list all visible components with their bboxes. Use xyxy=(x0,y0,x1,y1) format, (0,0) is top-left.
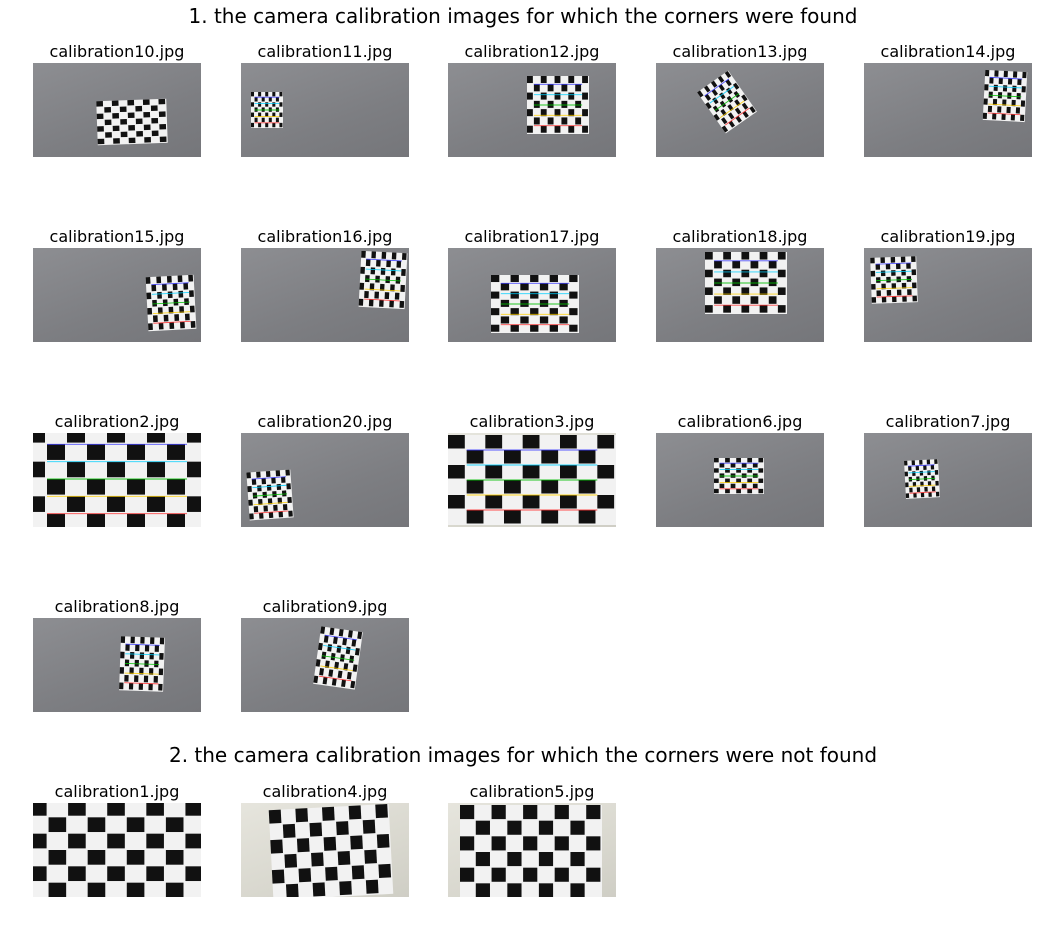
calibration-image xyxy=(33,63,201,157)
image-label: calibration12.jpg xyxy=(464,42,600,61)
calibration-image xyxy=(656,248,824,342)
image-label: calibration2.jpg xyxy=(54,412,180,431)
image-label: calibration3.jpg xyxy=(469,412,595,431)
calibration-image xyxy=(33,433,201,527)
image-label: calibration8.jpg xyxy=(54,597,180,616)
calibration-image xyxy=(33,803,201,897)
image-label: calibration13.jpg xyxy=(672,42,808,61)
calibration-image xyxy=(864,63,1032,157)
image-label: calibration9.jpg xyxy=(262,597,388,616)
calibration-image xyxy=(241,248,409,342)
calibration-image xyxy=(241,433,409,527)
calibration-image xyxy=(864,433,1032,527)
image-label: calibration4.jpg xyxy=(262,782,388,801)
image-label: calibration10.jpg xyxy=(49,42,185,61)
calibration-image xyxy=(656,433,824,527)
section-title-not-found: 2. the camera calibration images for whi… xyxy=(168,743,878,767)
image-label: calibration11.jpg xyxy=(257,42,393,61)
calibration-image xyxy=(448,63,616,157)
calibration-image xyxy=(448,803,616,897)
calibration-image xyxy=(33,248,201,342)
calibration-image xyxy=(448,248,616,342)
image-label: calibration15.jpg xyxy=(49,227,185,246)
calibration-image xyxy=(448,433,616,527)
image-label: calibration19.jpg xyxy=(880,227,1016,246)
image-label: calibration6.jpg xyxy=(677,412,803,431)
image-label: calibration1.jpg xyxy=(54,782,180,801)
section-title-found: 1. the camera calibration images for whi… xyxy=(188,4,858,28)
image-label: calibration20.jpg xyxy=(257,412,393,431)
calibration-image xyxy=(241,803,409,897)
image-label: calibration17.jpg xyxy=(464,227,600,246)
calibration-image xyxy=(864,248,1032,342)
calibration-image xyxy=(33,618,201,712)
image-label: calibration14.jpg xyxy=(880,42,1016,61)
image-label: calibration5.jpg xyxy=(469,782,595,801)
calibration-image xyxy=(241,618,409,712)
image-label: calibration7.jpg xyxy=(885,412,1011,431)
calibration-image xyxy=(656,63,824,157)
image-label: calibration18.jpg xyxy=(672,227,808,246)
calibration-image xyxy=(241,63,409,157)
image-label: calibration16.jpg xyxy=(257,227,393,246)
